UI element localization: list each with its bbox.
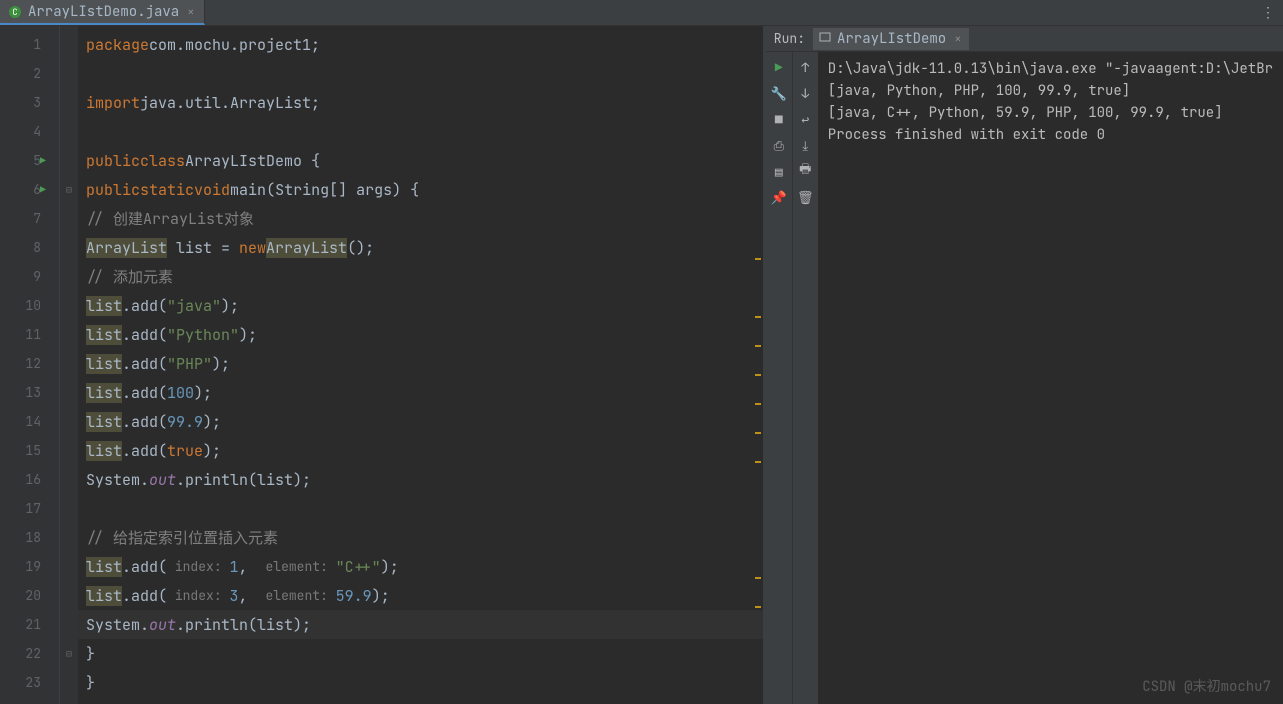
settings-icon[interactable]: 🔧 bbox=[768, 82, 790, 104]
watermark: CSDN @末初mochu7 bbox=[1142, 676, 1271, 696]
close-icon[interactable]: × bbox=[185, 4, 196, 20]
console-line: [java, Python, PHP, 100, 99.9, true] bbox=[828, 80, 1273, 102]
line-number[interactable]: 10 bbox=[0, 291, 59, 320]
svg-text:C: C bbox=[12, 6, 17, 18]
file-tab[interactable]: C ArrayLIstDemo.java × bbox=[0, 0, 205, 25]
line-number[interactable]: 9 bbox=[0, 262, 59, 291]
run-gutter-icon[interactable]: ▶ bbox=[40, 154, 46, 167]
line-gutter: 1 2 3 4 5▶ 6▶ 7 8 9 10 11 12 13 14 15 16… bbox=[0, 26, 60, 704]
up-icon[interactable]: ↑ bbox=[794, 56, 816, 78]
console-line: Process finished with exit code 0 bbox=[828, 124, 1273, 146]
line-number[interactable]: 20 bbox=[0, 581, 59, 610]
line-number[interactable]: 1 bbox=[0, 30, 59, 59]
wrap-icon[interactable]: ↩ bbox=[794, 108, 816, 130]
run-body: ▶ 🔧 ■ ⎙ ▤ 📌 ↑ ↓ ↩ ⤓ 🖶 🗑 D:\Java\jdk-11.0… bbox=[766, 52, 1283, 704]
line-number[interactable]: 12 bbox=[0, 349, 59, 378]
line-number[interactable]: 8 bbox=[0, 233, 59, 262]
line-number[interactable]: 16 bbox=[0, 465, 59, 494]
pin-icon[interactable]: 📌 bbox=[768, 186, 790, 208]
run-config-tab[interactable]: ArrayLIstDemo × bbox=[813, 28, 969, 50]
line-number[interactable]: 14 bbox=[0, 407, 59, 436]
run-header: Run: ArrayLIstDemo × bbox=[766, 26, 1283, 52]
editor-pane: ⚠ 10 ˄ ˅ 1 2 3 4 5▶ 6▶ 7 8 9 10 11 12 13… bbox=[0, 26, 763, 704]
line-number[interactable]: 17 bbox=[0, 494, 59, 523]
line-number[interactable]: 2 bbox=[0, 59, 59, 88]
line-number[interactable]: 23 bbox=[0, 668, 59, 697]
thread-dump-icon[interactable]: ⎙ bbox=[768, 134, 790, 156]
tab-title: ArrayLIstDemo.java bbox=[28, 3, 179, 21]
stop-icon[interactable]: ■ bbox=[768, 108, 790, 130]
run-toolbar-right: ↑ ↓ ↩ ⤓ 🖶 🗑 bbox=[792, 52, 818, 704]
clear-icon[interactable]: 🗑 bbox=[794, 186, 816, 208]
editor-tabs: C ArrayLIstDemo.java × ⋮ bbox=[0, 0, 1283, 26]
layout-icon[interactable]: ▤ bbox=[768, 160, 790, 182]
line-number[interactable]: 22 bbox=[0, 639, 59, 668]
line-number[interactable]: 5▶ bbox=[0, 146, 59, 175]
app-icon bbox=[819, 30, 831, 48]
main-area: ⚠ 10 ˄ ˅ 1 2 3 4 5▶ 6▶ 7 8 9 10 11 12 13… bbox=[0, 26, 1283, 704]
console-line: [java, C++, Python, 59.9, PHP, 100, 99.9… bbox=[828, 102, 1273, 124]
line-number[interactable]: 4 bbox=[0, 117, 59, 146]
editor-content: 1 2 3 4 5▶ 6▶ 7 8 9 10 11 12 13 14 15 16… bbox=[0, 26, 763, 704]
run-gutter-icon[interactable]: ▶ bbox=[40, 183, 46, 196]
line-number[interactable]: 19 bbox=[0, 552, 59, 581]
console-output[interactable]: D:\Java\jdk-11.0.13\bin\java.exe "-javaa… bbox=[818, 52, 1283, 704]
fold-icon[interactable]: ⊟ bbox=[60, 639, 78, 668]
line-number[interactable]: 11 bbox=[0, 320, 59, 349]
print-icon[interactable]: 🖶 bbox=[794, 160, 816, 182]
line-number[interactable]: 21 bbox=[0, 610, 59, 639]
fold-icon[interactable]: ⊟ bbox=[60, 175, 78, 204]
fold-gutter: ⊟ ⊟ bbox=[60, 26, 78, 704]
rerun-icon[interactable]: ▶ bbox=[768, 56, 790, 78]
more-icon[interactable]: ⋮ bbox=[1253, 4, 1283, 22]
run-toolbar-left: ▶ 🔧 ■ ⎙ ▤ 📌 bbox=[766, 52, 792, 704]
run-label: Run: bbox=[774, 30, 805, 47]
line-number[interactable]: 13 bbox=[0, 378, 59, 407]
down-icon[interactable]: ↓ bbox=[794, 82, 816, 104]
close-icon[interactable]: × bbox=[952, 31, 963, 47]
java-class-icon: C bbox=[8, 5, 22, 19]
console-line: D:\Java\jdk-11.0.13\bin\java.exe "-javaa… bbox=[828, 58, 1273, 80]
run-config-name: ArrayLIstDemo bbox=[837, 30, 946, 48]
line-number[interactable]: 15 bbox=[0, 436, 59, 465]
line-number[interactable]: 18 bbox=[0, 523, 59, 552]
code-area[interactable]: package com.mochu.project1; import java.… bbox=[78, 26, 763, 704]
line-number[interactable]: 6▶ bbox=[0, 175, 59, 204]
scroll-end-icon[interactable]: ⤓ bbox=[794, 134, 816, 156]
line-number[interactable]: 7 bbox=[0, 204, 59, 233]
run-pane: Run: ArrayLIstDemo × ▶ 🔧 ■ ⎙ ▤ 📌 ↑ ↓ ↩ ⤓ bbox=[766, 26, 1283, 704]
line-number[interactable]: 3 bbox=[0, 88, 59, 117]
